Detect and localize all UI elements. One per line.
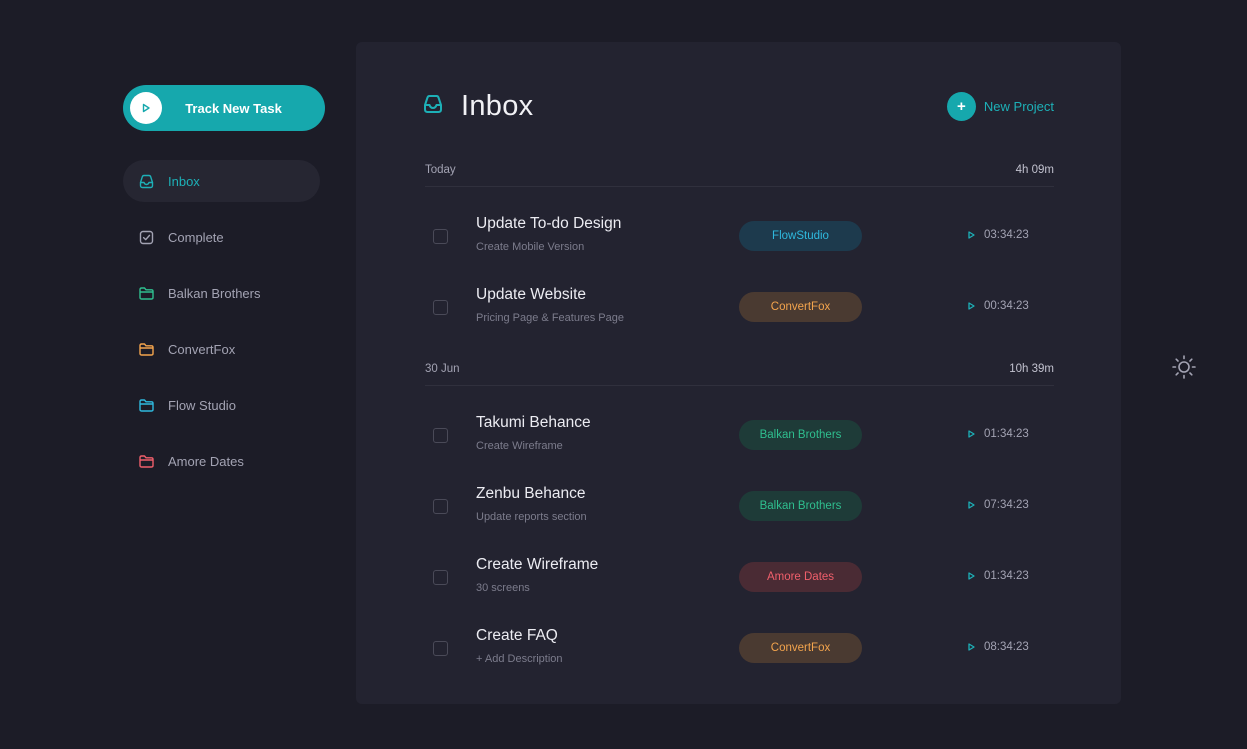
task-title: Create FAQ xyxy=(476,627,558,644)
sidebar-item-flow-studio[interactable]: Flow Studio xyxy=(123,384,320,426)
sidebar-item-label: Inbox xyxy=(168,173,200,189)
task-group: 30 Jun 10h 39m Takumi Behance Create Wirefr… xyxy=(425,363,1054,683)
task-row[interactable]: Update Website Pricing Page & Features Pa… xyxy=(425,271,1054,342)
task-time: 00:34:23 xyxy=(984,299,1029,312)
project-tag[interactable]: Amore Dates xyxy=(739,561,862,592)
task-title: Zenbu Behance xyxy=(476,485,586,502)
sidebar-item-label: Balkan Brothers xyxy=(168,285,261,301)
check-square-icon xyxy=(139,229,155,245)
sidebar-item-label: ConvertFox xyxy=(168,341,236,357)
page-header: Inbox xyxy=(422,90,533,123)
play-icon xyxy=(968,230,975,239)
task-time: 03:34:23 xyxy=(984,228,1029,241)
project-tag[interactable]: Balkan Brothers xyxy=(739,490,862,521)
sidebar-item-label: Complete xyxy=(168,229,224,245)
new-project-label: New Project xyxy=(983,99,1054,114)
sidebar-item-label: Flow Studio xyxy=(168,397,236,413)
task-checkbox[interactable] xyxy=(433,299,448,315)
task-checkbox[interactable] xyxy=(433,569,448,585)
new-project-button[interactable]: + New Project xyxy=(946,92,1054,121)
task-timer[interactable]: 01:34:23 xyxy=(968,428,1029,440)
sidebar-item-convertfox[interactable]: ConvertFox xyxy=(123,328,320,370)
play-icon xyxy=(968,301,975,310)
task-description: 30 screens xyxy=(476,582,530,594)
group-header: Today 4h 09m xyxy=(425,164,1054,187)
task-group: Today 4h 09m Update To-do Design Create Mob… xyxy=(425,164,1054,342)
project-tag[interactable]: FlowStudio xyxy=(739,220,862,251)
task-time: 01:34:23 xyxy=(984,427,1029,440)
group-header: 30 Jun 10h 39m xyxy=(425,363,1054,386)
task-time: 08:34:23 xyxy=(984,640,1029,653)
sun-icon[interactable] xyxy=(1171,354,1197,380)
sidebar-item-amore-dates[interactable]: Amore Dates xyxy=(123,440,320,482)
task-time: 07:34:23 xyxy=(984,498,1029,511)
inbox-icon xyxy=(139,173,155,189)
task-description: + Add Description xyxy=(476,653,563,665)
play-icon xyxy=(968,571,975,580)
task-description: Create Wireframe xyxy=(476,440,563,452)
task-row[interactable]: Create Wireframe 30 screens Amore Dates 01:… xyxy=(425,541,1054,612)
play-icon xyxy=(968,642,975,651)
task-title: Takumi Behance xyxy=(476,414,591,431)
task-timer[interactable]: 01:34:23 xyxy=(968,570,1029,582)
inbox-icon xyxy=(422,93,444,120)
folder-icon xyxy=(139,453,155,469)
task-timer[interactable]: 00:34:23 xyxy=(968,300,1029,312)
project-tag[interactable]: Balkan Brothers xyxy=(739,419,862,450)
task-title: Create Wireframe xyxy=(476,556,599,573)
group-total-time: 10h 39m xyxy=(1009,363,1054,375)
play-icon xyxy=(968,500,975,509)
folder-icon xyxy=(139,341,155,357)
task-title: Update Website xyxy=(476,286,586,303)
task-row[interactable]: Zenbu Behance Update reports section Balka… xyxy=(425,470,1054,541)
folder-icon xyxy=(139,285,155,301)
task-checkbox[interactable] xyxy=(433,228,448,244)
play-icon xyxy=(130,92,162,124)
task-row[interactable]: Takumi Behance Create Wireframe Balkan Bro… xyxy=(425,399,1054,470)
task-description: Update reports section xyxy=(476,511,587,523)
page-title: Inbox xyxy=(461,90,534,122)
project-tag[interactable]: ConvertFox xyxy=(739,291,862,322)
sidebar-nav: Inbox Complete Balkan Brothers ConvertFox Fl… xyxy=(123,160,320,496)
task-timer[interactable]: 08:34:23 xyxy=(968,641,1029,653)
folder-icon xyxy=(139,397,155,413)
task-row[interactable]: Update To-do Design Create Mobile Version… xyxy=(425,200,1054,271)
task-timer[interactable]: 03:34:23 xyxy=(968,229,1029,241)
main-panel: Inbox + New Project Today 4h 09m Update To… xyxy=(356,42,1121,704)
sidebar-item-inbox[interactable]: Inbox xyxy=(123,160,320,202)
task-checkbox[interactable] xyxy=(433,498,448,514)
task-checkbox[interactable] xyxy=(433,640,448,656)
track-new-task-button[interactable]: Track New Task xyxy=(123,85,325,131)
task-row[interactable]: Create FAQ + Add Description ConvertFox 08:… xyxy=(425,612,1054,683)
group-date: Today xyxy=(425,164,456,176)
task-checkbox[interactable] xyxy=(433,427,448,443)
sidebar-item-label: Amore Dates xyxy=(168,453,244,469)
track-new-task-label: Track New Task xyxy=(185,100,282,116)
task-time: 01:34:23 xyxy=(984,569,1029,582)
play-icon xyxy=(968,429,975,438)
group-total-time: 4h 09m xyxy=(1015,164,1054,176)
app-root: Track New Task Inbox Complete Balkan Broth… xyxy=(0,0,1247,749)
task-timer[interactable]: 07:34:23 xyxy=(968,499,1029,511)
sidebar-item-balkan-brothers[interactable]: Balkan Brothers xyxy=(123,272,320,314)
sidebar-item-complete[interactable]: Complete xyxy=(123,216,320,258)
task-title: Update To-do Design xyxy=(476,215,622,232)
plus-icon: + xyxy=(946,92,976,121)
task-description: Pricing Page & Features Page xyxy=(476,312,624,324)
group-date: 30 Jun xyxy=(425,363,460,375)
project-tag[interactable]: ConvertFox xyxy=(739,632,862,663)
task-description: Create Mobile Version xyxy=(476,241,585,253)
